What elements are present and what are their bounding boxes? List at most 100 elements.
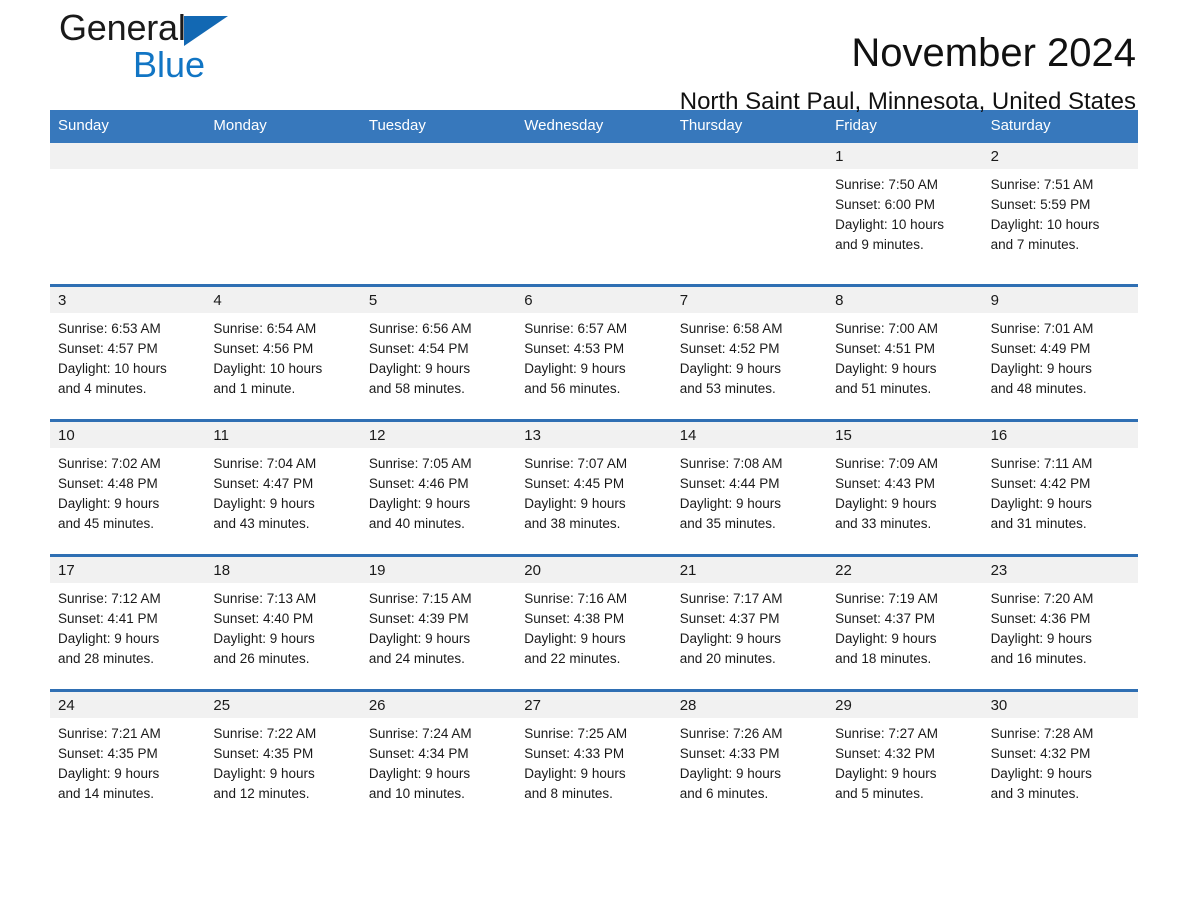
calendar-day-cell[interactable]: 3 Sunrise: 6:53 AM Sunset: 4:57 PM Daylight… (50, 287, 206, 419)
daylight-duration-line2: and 51 minutes. (835, 381, 932, 396)
day-number (50, 143, 206, 169)
day-details: Sunrise: 6:57 AM Sunset: 4:53 PM Daylight:… (516, 313, 671, 399)
calendar-day-cell[interactable]: 13 Sunrise: 7:07 AM Sunset: 4:45 PM Dayligh… (516, 422, 672, 554)
calendar-day-cell[interactable]: 5 Sunrise: 6:56 AM Sunset: 4:54 PM Daylight… (360, 287, 517, 419)
sunrise-time: Sunrise: 7:51 AM (990, 177, 1094, 192)
day-number: 8 (827, 287, 983, 313)
calendar-day-cell[interactable]: 15 Sunrise: 7:09 AM Sunset: 4:43 PM Dayligh… (827, 422, 983, 554)
calendar-day-cell[interactable]: 28 Sunrise: 7:26 AM Sunset: 4:33 PM Dayligh… (671, 692, 828, 824)
day-details: Sunrise: 7:27 AM Sunset: 4:32 PM Daylight:… (827, 718, 982, 804)
daylight-duration-line1: Daylight: 9 hours (990, 496, 1092, 511)
daylight-duration-line1: Daylight: 9 hours (368, 496, 471, 511)
day-details: Sunrise: 7:24 AM Sunset: 4:34 PM Daylight:… (361, 718, 516, 804)
calendar-day-cell[interactable]: 26 Sunrise: 7:24 AM Sunset: 4:34 PM Dayligh… (360, 692, 517, 824)
day-details: Sunrise: 7:15 AM Sunset: 4:39 PM Daylight:… (361, 583, 516, 669)
daylight-duration-line1: Daylight: 9 hours (213, 496, 315, 511)
daylight-duration-line1: Daylight: 9 hours (213, 631, 315, 646)
daylight-duration-line2: and 43 minutes. (213, 516, 310, 531)
calendar-day-cell[interactable]: 21 Sunrise: 7:17 AM Sunset: 4:37 PM Dayligh… (671, 557, 828, 689)
day-details: Sunrise: 7:19 AM Sunset: 4:37 PM Daylight:… (827, 583, 982, 669)
sunrise-time: Sunrise: 7:20 AM (990, 591, 1094, 606)
daylight-duration-line1: Daylight: 9 hours (368, 766, 471, 781)
daylight-duration-line2: and 6 minutes. (679, 786, 769, 801)
sunset-time: Sunset: 4:38 PM (524, 611, 625, 626)
calendar-grid: Sunday Monday Tuesday Wednesday Thursday… (50, 110, 1138, 824)
calendar-day-cell[interactable]: 6 Sunrise: 6:57 AM Sunset: 4:53 PM Daylight… (516, 287, 672, 419)
daylight-duration-line2: and 31 minutes. (990, 516, 1087, 531)
daylight-duration-line1: Daylight: 9 hours (679, 496, 782, 511)
daylight-duration-line2: and 5 minutes. (835, 786, 924, 801)
day-details: Sunrise: 7:50 AM Sunset: 6:00 PM Daylight:… (827, 169, 982, 255)
calendar-day-cell[interactable]: 2 Sunrise: 7:51 AM Sunset: 5:59 PM Daylight… (982, 143, 1138, 284)
sunset-time: Sunset: 4:46 PM (368, 476, 469, 491)
calendar-day-cell[interactable]: 10 Sunrise: 7:02 AM Sunset: 4:48 PM Dayligh… (50, 422, 206, 554)
day-number: 24 (50, 692, 206, 718)
calendar-day-cell[interactable]: 8 Sunrise: 7:00 AM Sunset: 4:51 PM Daylight… (827, 287, 983, 419)
daylight-duration-line1: Daylight: 9 hours (990, 631, 1092, 646)
page-subtitle: North Saint Paul, Minnesota, United Stat… (679, 88, 1136, 115)
day-number: 18 (205, 557, 361, 583)
daylight-duration-line1: Daylight: 10 hours (213, 361, 323, 376)
daylight-duration-line2: and 20 minutes. (679, 651, 776, 666)
daylight-duration-line1: Daylight: 9 hours (990, 361, 1092, 376)
day-number: 17 (50, 557, 206, 583)
calendar-day-cell[interactable]: 7 Sunrise: 6:58 AM Sunset: 4:52 PM Daylight… (671, 287, 828, 419)
calendar-day-cell[interactable]: 30 Sunrise: 7:28 AM Sunset: 4:32 PM Dayligh… (982, 692, 1138, 824)
calendar-day-cell[interactable]: 11 Sunrise: 7:04 AM Sunset: 4:47 PM Dayligh… (205, 422, 361, 554)
daylight-duration-line1: Daylight: 9 hours (835, 361, 937, 376)
sunset-time: Sunset: 4:36 PM (990, 611, 1091, 626)
daylight-duration-line2: and 1 minute. (213, 381, 296, 396)
sunset-time: Sunset: 4:47 PM (213, 476, 314, 491)
daylight-duration-line2: and 45 minutes. (58, 516, 155, 531)
calendar-week-row: 17 Sunrise: 7:12 AM Sunset: 4:41 PM Dayligh… (50, 554, 1138, 689)
day-details: Sunrise: 7:01 AM Sunset: 4:49 PM Daylight:… (983, 313, 1138, 399)
day-number: 23 (982, 557, 1138, 583)
day-details: Sunrise: 7:20 AM Sunset: 4:36 PM Daylight:… (983, 583, 1138, 669)
day-details: Sunrise: 7:07 AM Sunset: 4:45 PM Daylight:… (516, 448, 671, 534)
daylight-duration-line1: Daylight: 9 hours (58, 766, 160, 781)
calendar-day-cell[interactable]: 12 Sunrise: 7:05 AM Sunset: 4:46 PM Dayligh… (360, 422, 517, 554)
calendar-day-cell[interactable]: 16 Sunrise: 7:11 AM Sunset: 4:42 PM Dayligh… (982, 422, 1138, 554)
sunset-time: Sunset: 4:39 PM (368, 611, 469, 626)
sunrise-time: Sunrise: 7:19 AM (835, 591, 938, 606)
daylight-duration-line1: Daylight: 9 hours (835, 496, 937, 511)
day-details: Sunrise: 6:56 AM Sunset: 4:54 PM Daylight:… (361, 313, 516, 399)
calendar-day-cell[interactable]: 25 Sunrise: 7:22 AM Sunset: 4:35 PM Dayligh… (205, 692, 361, 824)
calendar-day-cell[interactable]: 4 Sunrise: 6:54 AM Sunset: 4:56 PM Daylight… (205, 287, 361, 419)
sunrise-time: Sunrise: 7:12 AM (58, 591, 161, 606)
calendar-day-cell[interactable]: 18 Sunrise: 7:13 AM Sunset: 4:40 PM Dayligh… (205, 557, 361, 689)
sunrise-time: Sunrise: 6:58 AM (679, 321, 783, 336)
sunrise-time: Sunrise: 7:27 AM (835, 726, 938, 741)
calendar-page: General Blue November 2024 North Saint P… (0, 0, 1188, 918)
day-details: Sunrise: 7:09 AM Sunset: 4:43 PM Daylight:… (827, 448, 982, 534)
calendar-day-cell[interactable]: 23 Sunrise: 7:20 AM Sunset: 4:36 PM Dayligh… (982, 557, 1138, 689)
sunrise-time: Sunrise: 7:17 AM (679, 591, 783, 606)
sunset-time: Sunset: 5:59 PM (990, 197, 1091, 212)
daylight-duration-line1: Daylight: 9 hours (58, 496, 160, 511)
day-number: 5 (360, 287, 517, 313)
brand-logo[interactable]: General Blue (59, 7, 319, 102)
calendar-day-cell[interactable]: 27 Sunrise: 7:25 AM Sunset: 4:33 PM Dayligh… (516, 692, 672, 824)
brand-name-general: General (59, 7, 186, 48)
calendar-day-cell[interactable]: 17 Sunrise: 7:12 AM Sunset: 4:41 PM Dayligh… (50, 557, 206, 689)
sunset-time: Sunset: 4:53 PM (524, 341, 625, 356)
calendar-day-cell[interactable]: 19 Sunrise: 7:15 AM Sunset: 4:39 PM Dayligh… (360, 557, 517, 689)
sunset-time: Sunset: 4:40 PM (213, 611, 314, 626)
sunset-time: Sunset: 4:32 PM (990, 746, 1091, 761)
calendar-day-cell[interactable]: 24 Sunrise: 7:21 AM Sunset: 4:35 PM Dayligh… (50, 692, 206, 824)
day-number: 27 (516, 692, 672, 718)
calendar-day-cell[interactable]: 29 Sunrise: 7:27 AM Sunset: 4:32 PM Dayligh… (827, 692, 983, 824)
calendar-day-cell[interactable]: 20 Sunrise: 7:16 AM Sunset: 4:38 PM Dayligh… (516, 557, 672, 689)
sunset-time: Sunset: 4:51 PM (835, 341, 935, 356)
daylight-duration-line2: and 48 minutes. (990, 381, 1087, 396)
daylight-duration-line2: and 8 minutes. (524, 786, 613, 801)
calendar-day-cell[interactable]: 9 Sunrise: 7:01 AM Sunset: 4:49 PM Daylight… (982, 287, 1138, 419)
day-details: Sunrise: 7:04 AM Sunset: 4:47 PM Daylight:… (205, 448, 360, 534)
day-number: 7 (671, 287, 828, 313)
calendar-day-cell[interactable]: 1 Sunrise: 7:50 AM Sunset: 6:00 PM Daylight… (827, 143, 983, 284)
daylight-duration-line2: and 58 minutes. (368, 381, 465, 396)
sunrise-time: Sunrise: 7:07 AM (524, 456, 628, 471)
sunrise-time: Sunrise: 6:54 AM (213, 321, 317, 336)
calendar-day-cell[interactable]: 22 Sunrise: 7:19 AM Sunset: 4:37 PM Dayligh… (827, 557, 983, 689)
calendar-day-cell[interactable]: 14 Sunrise: 7:08 AM Sunset: 4:44 PM Dayligh… (671, 422, 828, 554)
